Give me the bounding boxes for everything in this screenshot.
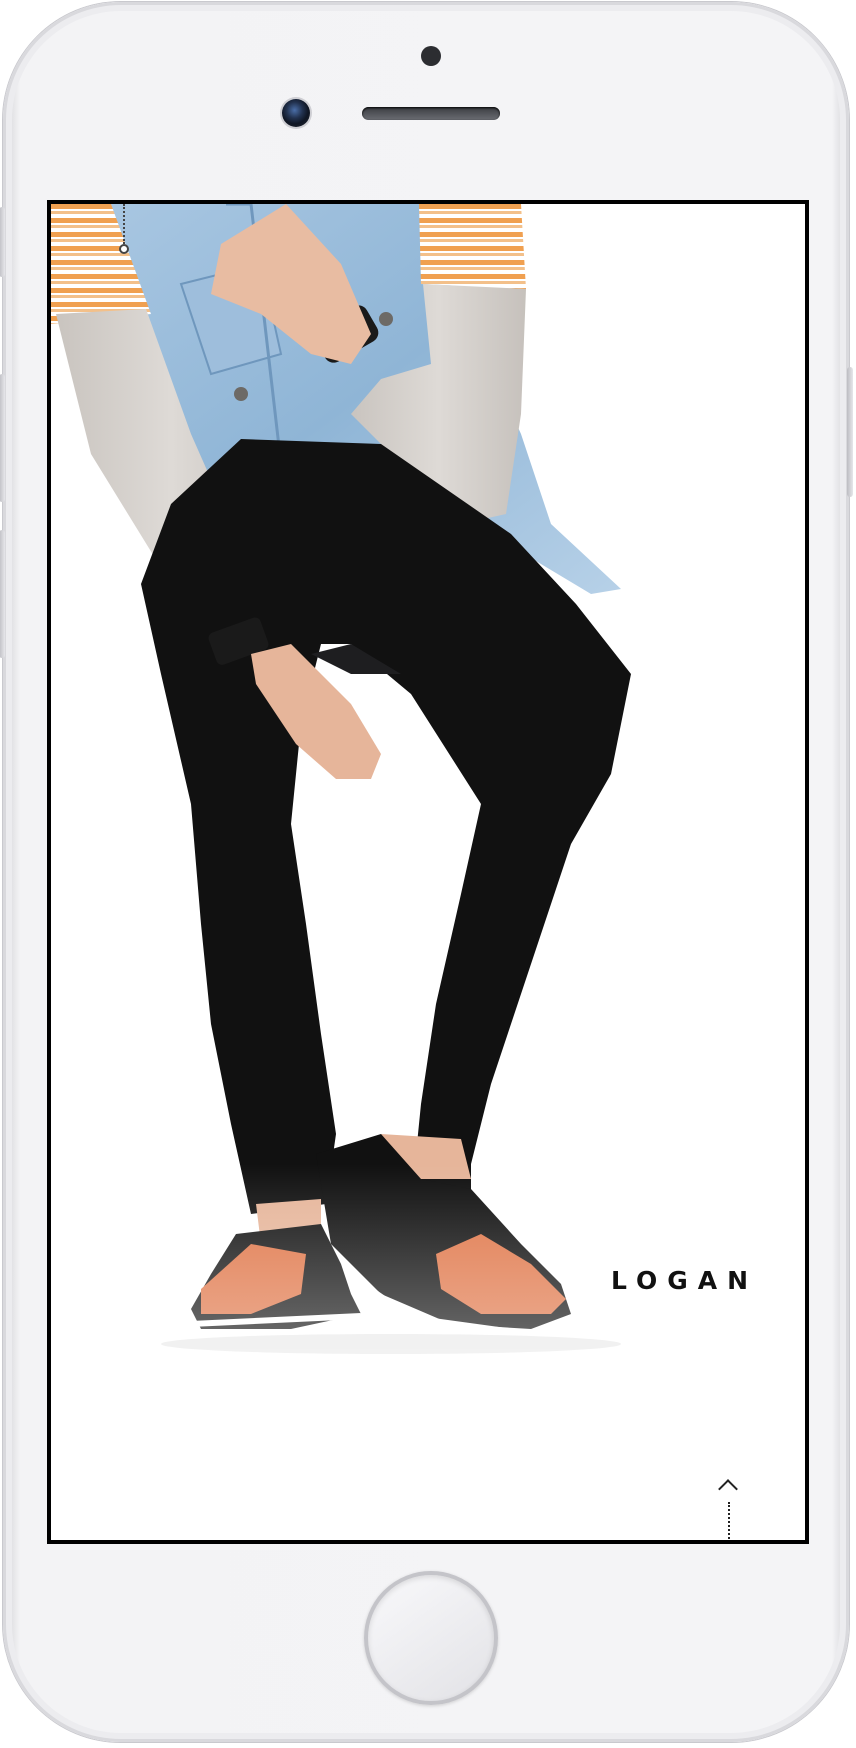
front-camera-icon bbox=[282, 99, 310, 127]
scroll-indicator-dot bbox=[119, 244, 129, 254]
volume-down-button bbox=[0, 530, 5, 658]
proximity-sensor bbox=[421, 46, 441, 66]
scroll-indicator-icon bbox=[123, 204, 127, 244]
earpiece-speaker bbox=[362, 107, 500, 120]
mute-switch bbox=[0, 207, 5, 277]
home-button[interactable] bbox=[364, 1571, 498, 1705]
power-button bbox=[847, 367, 853, 497]
app-screen: LOGAN bbox=[47, 200, 809, 1544]
scroll-up-button[interactable] bbox=[717, 1479, 741, 1540]
photo-fade-overlay bbox=[51, 1164, 805, 1540]
volume-up-button bbox=[0, 374, 5, 502]
chevron-up-icon bbox=[718, 1479, 738, 1499]
scroll-line bbox=[728, 1502, 730, 1540]
brand-title: LOGAN bbox=[611, 1266, 759, 1295]
